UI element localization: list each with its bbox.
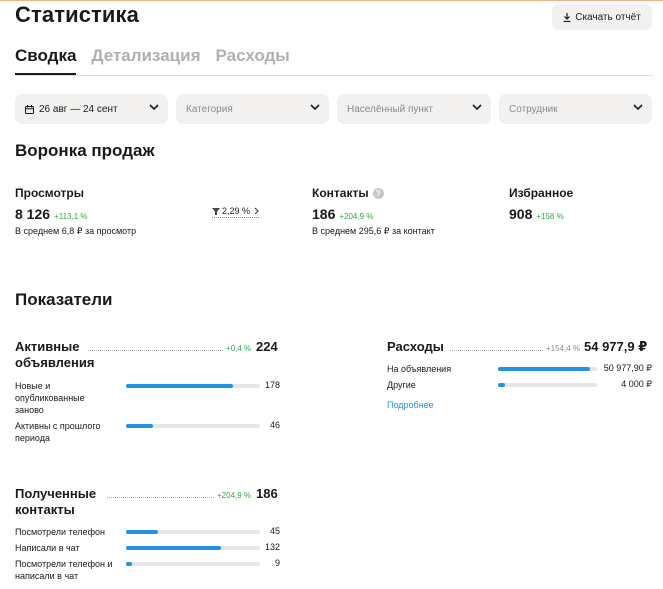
active-row-value: 46 [269, 420, 280, 430]
expenses-total: 54 977,9 ₽ [584, 339, 648, 354]
contacts-row-bar [126, 546, 222, 550]
active-row-bar [126, 424, 154, 428]
download-report-button[interactable]: Скачать отчёт [552, 4, 652, 30]
chevron-down-icon [310, 104, 320, 111]
indicators-title: Показатели [15, 290, 113, 309]
funnel-icon [212, 207, 220, 215]
expenses-title: Расходы [387, 339, 444, 354]
active-row-value: 178 [264, 380, 280, 390]
contacts-avg: В среднем 295,6 ₽ за контакт [312, 226, 435, 236]
dotted-leader [107, 497, 214, 498]
contacts-row-label: Посмотрели телефон [15, 527, 105, 537]
active-ads-total: 224 [256, 339, 278, 354]
chevron-down-icon [149, 104, 159, 111]
metric-favorites: Избранное 908 +158 % [509, 186, 573, 222]
conversion-value: 2,29 % [222, 206, 251, 216]
tab-summary[interactable]: Сводка [15, 46, 77, 75]
active-row-bar [126, 384, 233, 388]
active-ads-delta: +0,4 % [226, 344, 252, 353]
help-icon[interactable]: ? [372, 187, 384, 199]
date-range-value: 26 авг — 24 сент [39, 103, 118, 115]
top-accent-line [0, 0, 663, 1]
contacts-value: 186 [312, 206, 336, 222]
contacts-row-bar [126, 562, 133, 566]
metric-contacts: Контакты ? 186 +204,9 % В среднем 295,6 … [312, 186, 435, 237]
category-placeholder: Категория [186, 103, 233, 115]
received-contacts-title: Полученные контакты [15, 486, 97, 517]
views-label: Просмотры [15, 186, 85, 200]
expenses-delta: +154,4 % [546, 344, 581, 353]
expenses-row-value: 50 977,90 ₽ [603, 363, 652, 373]
active-row-label: Новые и опубликованные заново [15, 381, 85, 415]
favorites-value: 908 [509, 206, 533, 222]
contacts-row-value: 45 [269, 526, 280, 536]
contacts-row-bar [126, 530, 159, 534]
chevron-down-icon [633, 104, 643, 111]
contacts-row-value: 9 [274, 558, 280, 568]
favorites-delta: +158 % [536, 212, 564, 221]
active-row-track [126, 424, 260, 428]
category-select[interactable]: Категория [176, 94, 329, 124]
expenses-row-bar [498, 367, 590, 371]
city-placeholder: Населённый пункт [347, 103, 434, 115]
conversion-link[interactable]: 2,29 % [212, 206, 260, 218]
active-row-label: Активны с прошлого периода [15, 421, 101, 443]
expenses-row-label: На объявления [387, 364, 452, 374]
employee-placeholder: Сотрудник [509, 103, 558, 115]
contacts-label: Контакты [312, 186, 369, 200]
tab-expenses[interactable]: Расходы [216, 46, 290, 75]
dotted-leader [88, 350, 223, 351]
expenses-row-track [498, 383, 597, 387]
chevron-down-icon [472, 104, 482, 111]
contacts-row-track [126, 546, 260, 550]
contacts-row-track [126, 562, 260, 566]
received-contacts-total: 186 [256, 486, 278, 501]
expenses-row-bar [498, 383, 506, 387]
views-value: 8 126 [15, 206, 51, 222]
chevron-right-icon [254, 207, 259, 215]
tab-details[interactable]: Детализация [91, 46, 200, 75]
contacts-row-label: Написали в чат [15, 543, 80, 553]
tab-bar: Сводка Детализация Расходы [15, 46, 290, 75]
views-avg: В среднем 6,8 ₽ за просмотр [15, 226, 137, 236]
calendar-icon [25, 104, 34, 114]
contacts-row-value: 132 [264, 542, 280, 552]
dotted-leader [450, 350, 543, 351]
expenses-more-link[interactable]: Подробнее [387, 400, 434, 410]
expenses-row-track [498, 367, 597, 371]
tabs-divider [15, 75, 653, 76]
employee-select[interactable]: Сотрудник [499, 94, 652, 124]
expenses-row-label: Другие [387, 380, 416, 390]
download-icon [563, 12, 571, 22]
metric-views: Просмотры 8 126 +113,1 % В среднем 6,8 ₽… [15, 186, 136, 237]
page-title: Статистика [15, 2, 139, 27]
city-select[interactable]: Населённый пункт [337, 94, 491, 124]
favorites-label: Избранное [509, 186, 574, 200]
contacts-delta: +204,9 % [339, 212, 374, 221]
views-delta: +113,1 % [54, 212, 88, 221]
active-row-track [126, 384, 260, 388]
date-range-select[interactable]: 26 авг — 24 сент [15, 94, 168, 124]
received-contacts-delta: +204,9 % [217, 491, 252, 500]
active-ads-title: Активные объявления [15, 339, 95, 370]
expenses-row-value: 4 000 ₽ [621, 379, 652, 389]
download-report-label: Скачать отчёт [575, 11, 641, 23]
funnel-title: Воронка продаж [15, 141, 155, 160]
contacts-row-label: Посмотрели телефон и написали в чат [15, 559, 113, 581]
contacts-row-track [126, 530, 260, 534]
